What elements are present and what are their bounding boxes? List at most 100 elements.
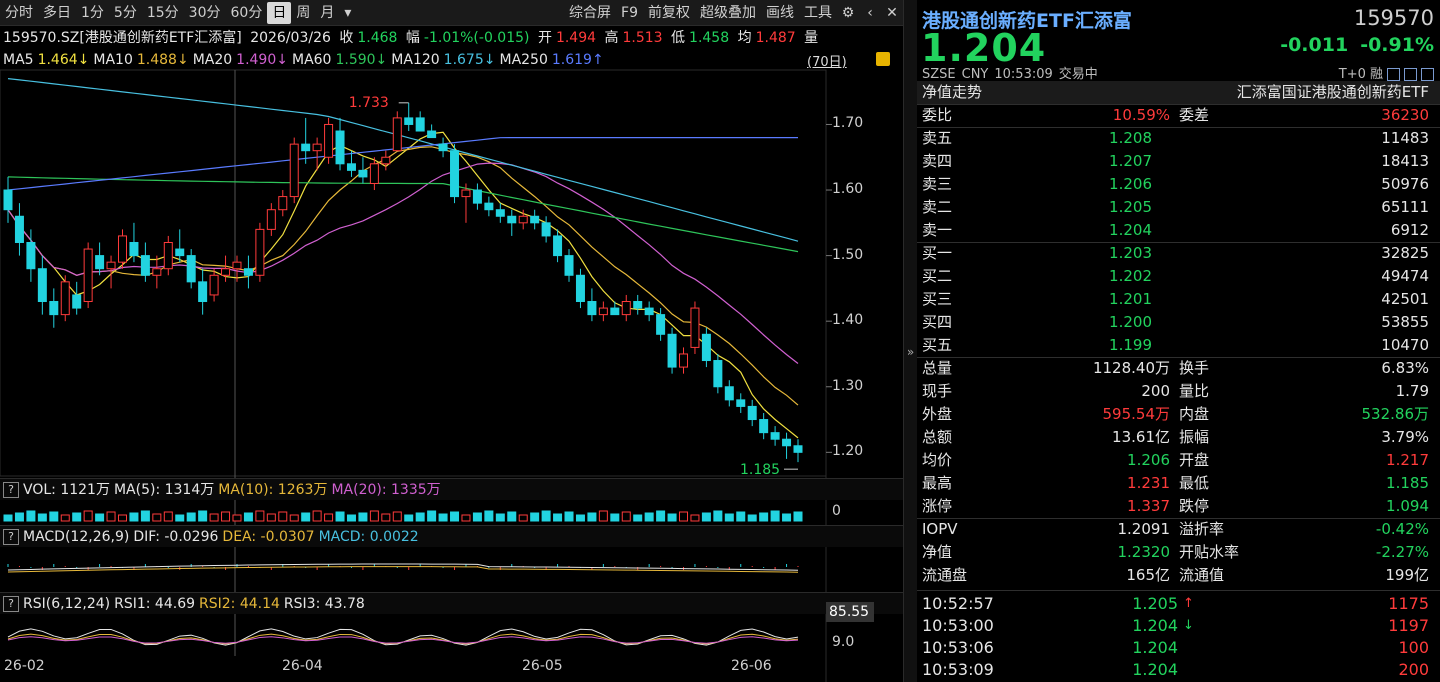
tool-button-5[interactable]: 工具 — [799, 2, 837, 24]
buys-price: 1.200 — [1109, 313, 1152, 331]
help-icon[interactable]: ? — [3, 529, 19, 545]
stats2-label: 净值 — [922, 543, 953, 561]
avg-label: 均 — [737, 30, 752, 46]
sells-label: 卖一 — [922, 221, 953, 239]
close-value: 1.468 — [357, 30, 398, 46]
gear-icon[interactable]: ⚙ — [837, 5, 859, 21]
stats-label: 总额 — [922, 428, 953, 446]
index-name: 汇添富国证港股通创新药ETF — [1236, 83, 1429, 101]
window-icon[interactable] — [1421, 68, 1434, 81]
period-tab-7[interactable]: 日 — [267, 1, 292, 24]
period-selector[interactable]: (70日) — [807, 51, 847, 70]
lock-icon[interactable] — [876, 52, 890, 66]
sells-volume: 18413 — [1381, 152, 1429, 170]
rsi1-line — [7, 628, 799, 646]
tool-button-1[interactable]: F9 — [616, 2, 643, 24]
volume-bar — [198, 510, 208, 522]
volume-bar — [3, 514, 13, 522]
candle-body — [472, 189, 482, 204]
kline-chart[interactable]: 1.733 1.185 — [0, 0, 903, 682]
meta-2: 10:53:09 — [994, 67, 1053, 82]
sells-volume: 65111 — [1381, 198, 1429, 216]
sells-price: 1.208 — [1109, 129, 1152, 147]
volume-bar — [278, 511, 288, 522]
candle-body — [198, 281, 208, 303]
date-tick-1: 26-04 — [282, 658, 323, 674]
volume-bar — [346, 514, 356, 522]
help-icon[interactable]: ? — [3, 596, 19, 612]
macd-panel-header: ? MACD(12,26,9) DIF: -0.0296 DEA: -0.0307 MA… — [0, 525, 903, 547]
period-tab-6[interactable]: 60分 — [226, 2, 268, 24]
volume-bar — [37, 513, 47, 522]
sells-price: 1.206 — [1109, 175, 1152, 193]
candle-body — [152, 268, 162, 276]
code-name: 159570.SZ[港股通创新药ETF汇添富] — [3, 30, 242, 46]
tick-price: 1.204 — [1132, 616, 1178, 635]
tool-button-2[interactable]: 前复权 — [643, 2, 695, 24]
rsi_panel-item-3: RSI3: 43.78 — [283, 596, 365, 612]
tick-volume: 100 — [1398, 638, 1429, 657]
buys-row[interactable]: 买二 1.202 49474 — [917, 265, 1440, 288]
period-tab-8[interactable]: 周 — [291, 2, 315, 24]
vol-panel-header: ? VOL: 1121万 MA(5): 1314万 MA(10): 1263万 MA(2… — [0, 478, 903, 500]
tool-button-0[interactable]: 综合屏 — [564, 2, 616, 24]
period-tab-0[interactable]: 分时 — [0, 2, 38, 24]
ma-value-1: 1.488↓ — [136, 52, 189, 68]
buys-price: 1.201 — [1109, 290, 1152, 308]
candle-body — [324, 123, 334, 158]
volume-bar — [266, 513, 276, 522]
rsi_panel-item-1: RSI1: 44.69 — [114, 596, 196, 612]
sells-volume: 50976 — [1381, 175, 1429, 193]
candle-body — [232, 261, 242, 270]
buys-row[interactable]: 买五 1.199 10470 — [917, 334, 1440, 357]
sells-row[interactable]: 卖三 1.206 50976 — [917, 173, 1440, 196]
ma5-line — [7, 131, 799, 439]
close-icon[interactable]: ✕ — [881, 5, 903, 21]
ma-legend: MA5 1.464↓ MA10 1.488↓ MA20 1.490↓ MA60 1.590↓ M… — [0, 50, 903, 70]
change-label: 幅 — [405, 30, 420, 46]
volume-bar — [163, 511, 173, 522]
ma20-line — [7, 162, 799, 364]
rsi-panel-header: ? RSI(6,12,24) RSI1: 44.69 RSI2: 44.14 RSI3:… — [0, 592, 903, 614]
buys-row[interactable]: 买一 1.203 32825 — [917, 242, 1440, 265]
sells-row[interactable]: 卖四 1.207 18413 — [917, 150, 1440, 173]
sells-row[interactable]: 卖五 1.208 11483 — [917, 127, 1440, 150]
period-tab-3[interactable]: 5分 — [109, 2, 142, 24]
ma-value-4: 1.675↓ — [443, 52, 496, 68]
tool-button-3[interactable]: 超级叠加 — [695, 2, 761, 24]
chevron-left-icon[interactable]: ‹ — [859, 5, 881, 21]
candle-body — [381, 156, 391, 165]
quote-row: IOPV 1.2091 溢折率 -0.42% — [917, 518, 1440, 541]
tick-arrow-icon: ↑ — [1183, 596, 1194, 611]
period-tab-5[interactable]: 30分 — [184, 2, 226, 24]
ma-label-0: MA5 — [3, 52, 34, 68]
stats-value: 1.337 — [1127, 497, 1170, 515]
sells-row[interactable]: 卖一 1.204 6912 — [917, 219, 1440, 242]
period-tab-2[interactable]: 1分 — [76, 2, 109, 24]
period-tab-4[interactable]: 15分 — [142, 2, 184, 24]
quote-row: 总额 13.61亿 振幅 3.79% — [917, 426, 1440, 449]
period-tab-1[interactable]: 多日 — [38, 2, 76, 24]
edit-icon[interactable] — [1387, 68, 1400, 81]
avg-value: 1.487 — [755, 30, 796, 46]
sells-label: 卖二 — [922, 198, 953, 216]
buys-volume: 10470 — [1381, 336, 1429, 354]
help-icon[interactable]: ? — [3, 482, 19, 498]
sells-row[interactable]: 卖二 1.205 65111 — [917, 196, 1440, 219]
volume-bar — [575, 514, 585, 522]
stats-value2: 532.86万 — [1361, 405, 1430, 423]
period-more-icon[interactable]: ▾ — [339, 2, 356, 24]
quote-row: 现手 200 量比 1.79 — [917, 380, 1440, 403]
buys-price: 1.199 — [1109, 336, 1152, 354]
volume-bar — [243, 512, 253, 522]
period-tab-9[interactable]: 月 — [315, 2, 339, 24]
collapse-toggle-icon[interactable]: » — [903, 0, 917, 682]
volume-bar — [26, 510, 36, 522]
meta-0: SZSE — [922, 67, 956, 82]
buys-row[interactable]: 买四 1.200 53855 — [917, 311, 1440, 334]
volume-bar — [530, 512, 540, 522]
candle-body — [633, 301, 643, 309]
tool-button-4[interactable]: 画线 — [761, 2, 799, 24]
buys-row[interactable]: 买三 1.201 42501 — [917, 288, 1440, 311]
add-icon[interactable] — [1404, 68, 1417, 81]
